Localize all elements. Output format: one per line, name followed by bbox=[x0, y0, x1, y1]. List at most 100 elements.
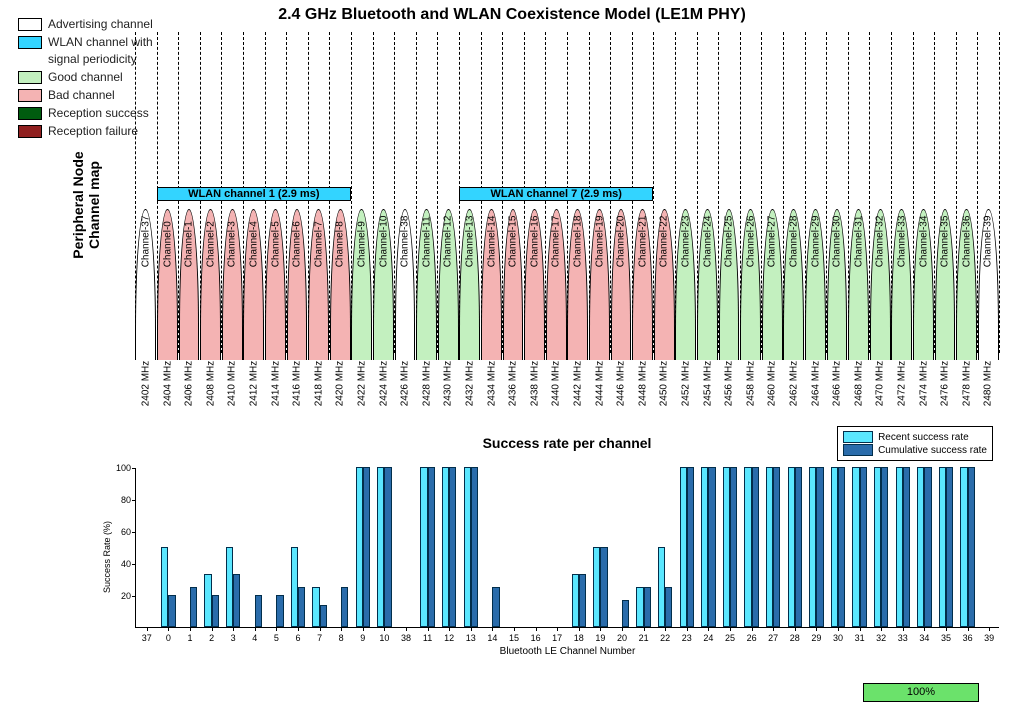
x-tick bbox=[190, 627, 191, 631]
bar-cumulative bbox=[924, 467, 931, 627]
progress-bar: 100% bbox=[863, 683, 979, 702]
channel-slot-28: Channel-282462 MHz bbox=[783, 209, 805, 360]
bar-recent bbox=[226, 547, 233, 627]
channel-label: Channel-32 bbox=[875, 246, 886, 268]
channel-label: Channel-19 bbox=[594, 246, 605, 268]
legend-label: Reception success bbox=[48, 105, 149, 122]
channel-frequency-label: 2440 MHz bbox=[551, 385, 562, 407]
x-tick bbox=[752, 627, 753, 631]
channel-slot-39: Channel-392480 MHz bbox=[977, 209, 999, 360]
channel-frequency-label: 2444 MHz bbox=[594, 385, 605, 407]
x-tick-label: 1 bbox=[187, 633, 192, 643]
x-tick bbox=[147, 627, 148, 631]
bar-cumulative bbox=[838, 467, 845, 627]
x-tick-label: 38 bbox=[401, 633, 411, 643]
bar-cumulative bbox=[168, 595, 175, 627]
bar-cumulative bbox=[860, 467, 867, 627]
channel-slot-6: Channel-62416 MHz bbox=[286, 209, 308, 360]
channel-label: Channel-16 bbox=[529, 246, 540, 268]
channel-slot-29: Channel-292464 MHz bbox=[805, 209, 827, 360]
x-tick-label: 14 bbox=[487, 633, 497, 643]
x-tick bbox=[298, 627, 299, 631]
channel-slot-36: Channel-362478 MHz bbox=[956, 209, 978, 360]
bar-recent bbox=[766, 467, 773, 627]
x-tick bbox=[384, 627, 385, 631]
channel-label: Channel-35 bbox=[939, 246, 950, 268]
channel-frequency-label: 2410 MHz bbox=[227, 385, 238, 407]
bar-cumulative bbox=[903, 467, 910, 627]
channel-slot-16: Channel-162438 MHz bbox=[524, 209, 546, 360]
legend-item: WLAN channel with signal periodicity bbox=[18, 34, 153, 68]
wlan-bar: WLAN channel 1 (2.9 ms) bbox=[157, 187, 351, 201]
x-tick-label: 39 bbox=[984, 633, 994, 643]
x-tick-label: 28 bbox=[790, 633, 800, 643]
channel-label: Channel-26 bbox=[745, 246, 756, 268]
channel-frequency-label: 2430 MHz bbox=[443, 385, 454, 407]
x-tick bbox=[428, 627, 429, 631]
x-tick bbox=[579, 627, 580, 631]
channel-frequency-label: 2462 MHz bbox=[788, 385, 799, 407]
x-tick-label: 10 bbox=[379, 633, 389, 643]
x-tick-label: 23 bbox=[682, 633, 692, 643]
channel-frequency-label: 2454 MHz bbox=[702, 385, 713, 407]
legend-swatch-adv bbox=[18, 18, 42, 31]
channel-frequency-label: 2414 MHz bbox=[270, 385, 281, 407]
legend-item: Good channel bbox=[18, 69, 153, 86]
channel-slot-5: Channel-52414 MHz bbox=[265, 209, 287, 360]
bar-recent bbox=[658, 547, 665, 627]
x-tick-label: 11 bbox=[423, 633, 432, 643]
legend-swatch-rs bbox=[18, 107, 42, 120]
bar-recent bbox=[572, 574, 579, 627]
bar-recent bbox=[723, 467, 730, 627]
bar-cumulative bbox=[773, 467, 780, 627]
channel-frequency-label: 2442 MHz bbox=[572, 385, 583, 407]
x-tick bbox=[903, 627, 904, 631]
channel-label: Channel-29 bbox=[810, 246, 821, 268]
bar-cumulative bbox=[708, 467, 715, 627]
channel-slot-38: Channel-382426 MHz bbox=[394, 209, 416, 360]
page-title: 2.4 GHz Bluetooth and WLAN Coexistence M… bbox=[0, 6, 1024, 24]
channel-slot-27: Channel-272460 MHz bbox=[761, 209, 783, 360]
x-tick-label: 25 bbox=[725, 633, 735, 643]
x-tick-label: 37 bbox=[142, 633, 152, 643]
x-tick-label: 13 bbox=[466, 633, 476, 643]
channel-label: Channel-6 bbox=[291, 246, 302, 268]
channel-frequency-label: 2476 MHz bbox=[939, 385, 950, 407]
x-tick-label: 29 bbox=[811, 633, 821, 643]
bar-cumulative bbox=[665, 587, 672, 627]
bar-recent bbox=[852, 467, 859, 627]
bar-cumulative bbox=[600, 547, 607, 627]
channel-label: Channel-28 bbox=[788, 246, 799, 268]
channel-slot-20: Channel-202446 MHz bbox=[610, 209, 632, 360]
x-tick-label: 0 bbox=[166, 633, 171, 643]
x-tick-label: 18 bbox=[574, 633, 584, 643]
bar-cumulative bbox=[233, 574, 240, 627]
x-tick-label: 31 bbox=[855, 633, 865, 643]
bar-cumulative bbox=[384, 467, 391, 627]
channel-slot-15: Channel-152436 MHz bbox=[502, 209, 524, 360]
channel-frequency-label: 2416 MHz bbox=[291, 385, 302, 407]
x-tick-label: 22 bbox=[660, 633, 670, 643]
x-tick-label: 2 bbox=[209, 633, 214, 643]
x-tick bbox=[644, 627, 645, 631]
x-tick-label: 26 bbox=[747, 633, 757, 643]
y-tick bbox=[132, 532, 136, 533]
channel-slot-37: Channel-372402 MHz bbox=[135, 209, 157, 360]
channel-frequency-label: 2422 MHz bbox=[356, 385, 367, 407]
channel-slot-34: Channel-342474 MHz bbox=[913, 209, 935, 360]
channel-frequency-label: 2464 MHz bbox=[810, 385, 821, 407]
bar-recent bbox=[831, 467, 838, 627]
bar-cumulative bbox=[579, 574, 586, 627]
x-tick-label: 36 bbox=[963, 633, 973, 643]
legend-swatch-rf bbox=[18, 125, 42, 138]
x-tick-label: 8 bbox=[339, 633, 344, 643]
bar-recent bbox=[312, 587, 319, 627]
x-tick-label: 30 bbox=[833, 633, 843, 643]
x-tick-label: 17 bbox=[552, 633, 562, 643]
x-tick-label: 6 bbox=[295, 633, 300, 643]
channel-frequency-label: 2480 MHz bbox=[983, 385, 994, 407]
legend-label: Advertising channel bbox=[48, 16, 153, 33]
x-tick bbox=[212, 627, 213, 631]
legend-item: Reception success bbox=[18, 105, 153, 122]
y-tick bbox=[132, 564, 136, 565]
